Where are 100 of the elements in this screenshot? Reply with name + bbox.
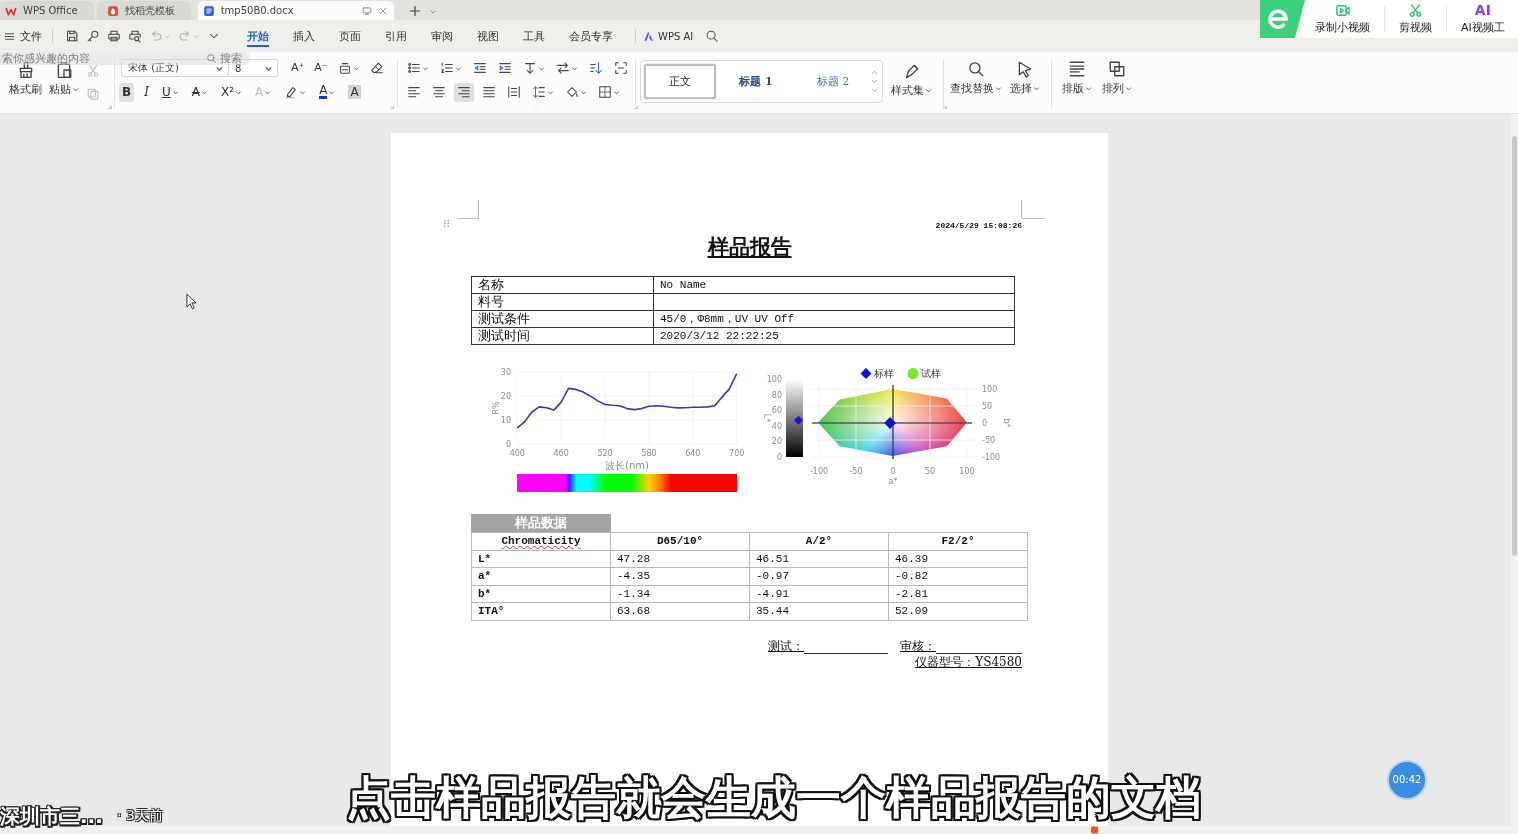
- video-subtitle: 点击样品报告就会生成一个样品报告的文档: [346, 770, 1201, 826]
- row-header: b*: [471, 585, 611, 603]
- caret-icon: [538, 64, 545, 72]
- align-center-icon: [432, 85, 446, 99]
- table-cell: -2.81: [888, 585, 1028, 603]
- caret-icon: [995, 85, 1002, 92]
- style-option[interactable]: 正文: [644, 64, 716, 99]
- scissors-icon: [86, 64, 100, 78]
- y-tick-label: 0: [505, 440, 511, 450]
- caret-icon[interactable]: [428, 8, 437, 16]
- ribbon-tab[interactable]: 审阅: [431, 25, 453, 47]
- style-set-button[interactable]: 样式集: [889, 60, 934, 99]
- style-option[interactable]: 标题 1: [716, 64, 796, 99]
- ribbon-tab[interactable]: 插入: [293, 25, 315, 47]
- wps-ai-button[interactable]: WPS AI: [643, 26, 694, 46]
- style-option[interactable]: 标题 2: [796, 64, 870, 99]
- margin-corner-mark: [458, 200, 479, 219]
- underline-button[interactable]: U: [158, 82, 182, 102]
- table-cell: 2020/3/12 22:22:25: [653, 327, 1015, 345]
- window-tab[interactable]: WPS Office: [0, 1, 94, 20]
- italic-button[interactable]: I: [141, 82, 152, 102]
- video-camera-icon: [1335, 3, 1350, 18]
- bold-button[interactable]: B: [119, 82, 135, 102]
- document-icon: [202, 4, 215, 17]
- x-tick-label: 460: [553, 449, 569, 458]
- x-tick-label: 50: [924, 467, 936, 476]
- caret-icon: [234, 88, 242, 96]
- overlap-squares-icon: [1108, 60, 1126, 78]
- arrange-button[interactable]: 排列: [1100, 58, 1134, 97]
- select-button[interactable]: 选择: [1008, 58, 1042, 97]
- ribbon-tab[interactable]: 会员专享: [569, 25, 613, 47]
- table-cell: -1.34: [610, 585, 750, 603]
- y-tick-label: 20: [500, 392, 511, 402]
- table-cell: 名称: [471, 276, 654, 294]
- ribbon-tab[interactable]: 引用: [385, 25, 407, 47]
- increase-indent-icon: [498, 61, 512, 75]
- text-direction-icon: [523, 61, 537, 75]
- caret-icon: [193, 32, 200, 40]
- print-preview-icon: [128, 29, 142, 43]
- numbered-list-icon: [440, 61, 454, 75]
- ribbon-tab[interactable]: 视图: [477, 25, 499, 47]
- caret-icon: [164, 32, 171, 40]
- drag-handle-icon[interactable]: [443, 219, 450, 228]
- table-cell: 52.09: [888, 602, 1028, 620]
- ribbon-tab[interactable]: 工具: [523, 25, 545, 47]
- lightness-tick-label: 80: [771, 390, 782, 400]
- monitor-icon[interactable]: [361, 5, 372, 16]
- caret-icon: [613, 88, 620, 96]
- edit-video-button[interactable]: 剪视频: [1393, 0, 1438, 38]
- caret-icon: [264, 88, 272, 96]
- scrollbar[interactable]: [1511, 114, 1518, 826]
- table-cell: 63.68: [610, 602, 750, 620]
- search-icon[interactable]: [705, 29, 720, 43]
- new-tab-icon[interactable]: [408, 5, 421, 17]
- shrink-font-button[interactable]: A⁻: [311, 58, 331, 78]
- text-layout-icon: [1068, 60, 1086, 78]
- scrollbar-thumb[interactable]: [1512, 136, 1517, 556]
- record-video-button[interactable]: 录制小视频: [1309, 0, 1376, 38]
- column-header: D65/10°: [610, 532, 750, 550]
- file-menu-button[interactable]: 文件: [4, 26, 42, 46]
- table-cell: 45/0，Φ8mm，UV UV Off: [653, 310, 1015, 328]
- caret-icon: [547, 88, 554, 96]
- app-tray-icon[interactable]: [1090, 826, 1099, 834]
- align-right-button[interactable]: [454, 82, 474, 102]
- lightness-tick-label: 20: [771, 437, 782, 447]
- close-icon[interactable]: [377, 5, 388, 16]
- find-replace-button[interactable]: 查找替换: [948, 58, 1004, 97]
- table-cell: -0.97: [749, 567, 889, 585]
- layout-button[interactable]: 排版: [1060, 58, 1094, 97]
- font-color-button[interactable]: A: [316, 82, 339, 102]
- window-tab[interactable]: 找稻壳模板: [96, 1, 191, 20]
- printer-icon: [107, 29, 121, 43]
- x-tick-label: 100: [959, 467, 975, 476]
- caret-icon: [571, 64, 578, 72]
- table-cell: 35.44: [749, 602, 889, 620]
- ribbon-tab[interactable]: 开始: [247, 25, 269, 47]
- sort-icon: [589, 61, 603, 75]
- decrease-indent-icon: [473, 61, 487, 75]
- caret-icon: [328, 88, 336, 96]
- table-cell: 47.28: [610, 550, 750, 568]
- table-cell: 测试条件: [471, 310, 654, 328]
- superscript-button[interactable]: X²: [217, 82, 245, 102]
- save-icon: [65, 29, 79, 43]
- search-icon: [206, 53, 217, 64]
- lightness-tick-label: 60: [771, 406, 782, 416]
- caret-icon: [580, 88, 587, 96]
- report-timestamp: 2024/5/29 15:08:26: [935, 221, 1022, 231]
- x-tick-label: 700: [729, 449, 745, 458]
- ribbon-tab[interactable]: 页面: [339, 25, 361, 47]
- channel-name[interactable]: 深圳市三...: [0, 803, 103, 829]
- strikethrough-button[interactable]: A: [188, 82, 211, 102]
- margin-corner-mark: [1021, 200, 1044, 219]
- x-tick-label: 400: [509, 449, 525, 458]
- window-tab[interactable]: tmp50B0.docx: [197, 1, 394, 20]
- ai-video-tools-button[interactable]: AI AI视频工: [1455, 0, 1505, 38]
- caret-icon: [1125, 85, 1132, 92]
- caret-icon: [299, 88, 307, 96]
- grow-font-button[interactable]: A⁺: [288, 58, 308, 78]
- lightness-axis-title: L*: [762, 413, 771, 423]
- character-shading-button[interactable]: A: [345, 82, 364, 102]
